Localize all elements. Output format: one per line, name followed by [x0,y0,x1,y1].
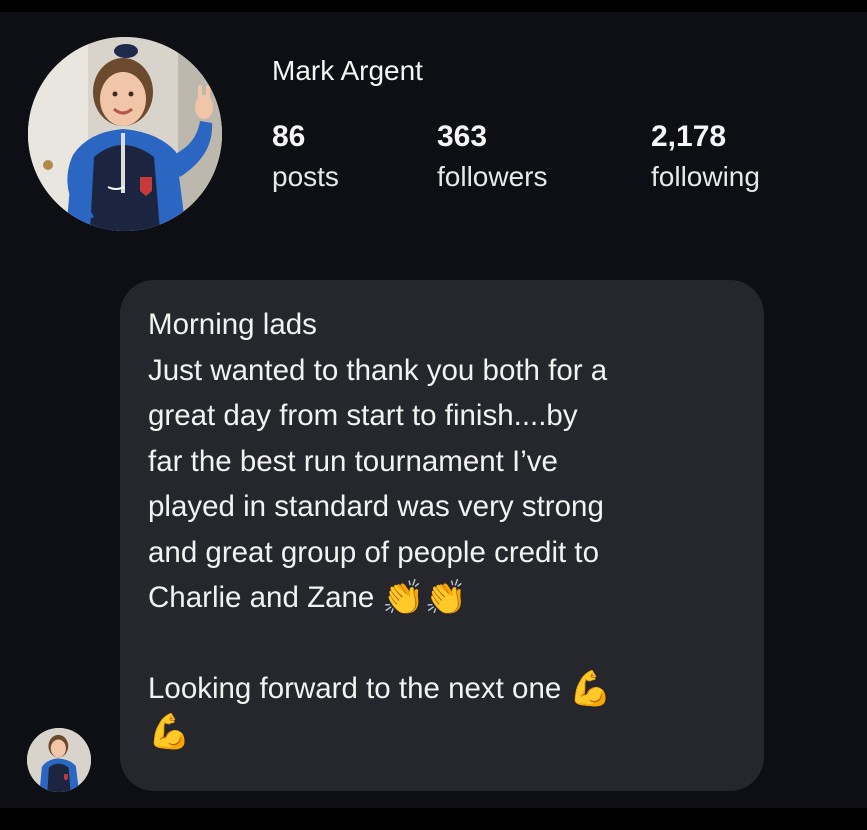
posts-label: posts [272,161,339,192]
message-line: great day from start to finish....by [148,393,736,439]
message-line: Morning lads [148,302,736,348]
followers-label: followers [437,161,548,192]
message-line: Charlie and Zane 👏👏 [148,575,736,621]
message-line: far the best run tournament I’ve [148,439,736,485]
message-line-text: Looking forward to the next one [148,672,562,705]
followers-count: 363 [437,120,488,153]
stat-following[interactable]: 2,178 following [651,119,760,193]
flexed-biceps-icon: 💪 [569,669,612,708]
message-line: played in standard was very strong [148,484,736,530]
sender-avatar[interactable] [27,728,91,792]
stat-posts[interactable]: 86 posts [272,119,339,193]
profile-name[interactable]: Mark Argent [272,55,423,87]
message-line-text: great day from start to finish....by [148,399,578,432]
profile-avatar[interactable] [28,37,222,231]
profile-photo-icon [28,37,222,231]
message-bubble[interactable]: Morning lads Just wanted to thank you bo… [120,280,764,791]
clapping-hands-icon: 👏👏 [382,578,467,617]
message-line: 💪 [148,712,736,752]
message-line-text: far the best run tournament I’ve [148,444,558,478]
flexed-biceps-icon: 💪 [148,712,191,751]
posts-count: 86 [272,120,306,153]
message-line-text: Morning lads [148,308,317,341]
message-line-text: Just wanted to thank you both for a [148,353,608,387]
message-line-text: Charlie and Zane [148,581,375,614]
message-line: and great group of people credit to [148,530,736,576]
sender-avatar-icon [27,728,91,792]
message-line-text: played in standard was very strong [148,490,604,523]
message-line-text: and great group of people credit to [148,535,600,569]
message-line: Looking forward to the next one 💪 [148,666,736,712]
following-label: following [651,161,760,192]
stat-followers[interactable]: 363 followers [437,119,547,193]
message-line: Just wanted to thank you both for a [148,348,736,394]
following-count: 2,178 [651,120,727,153]
dm-thread-screen: Mark Argent 86 posts 363 followers 2,178… [0,12,867,808]
